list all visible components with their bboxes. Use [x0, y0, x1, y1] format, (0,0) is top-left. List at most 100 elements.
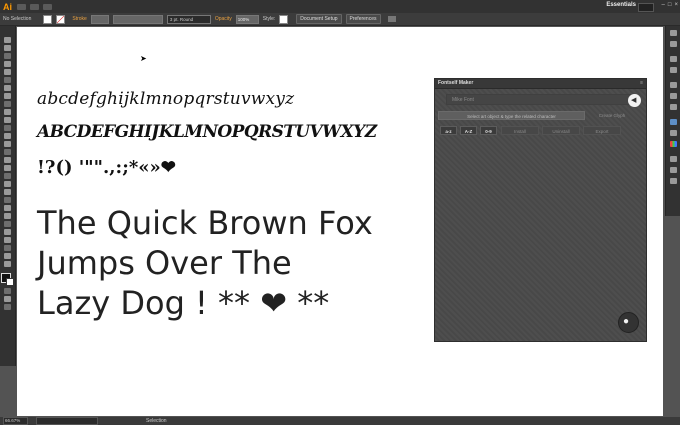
punctuation-glyphs[interactable]: !?() '"".,:;*«»❤ — [37, 157, 176, 178]
column-graph-tool-icon[interactable] — [4, 229, 11, 235]
layers-panel-icon[interactable] — [669, 141, 677, 147]
hand-tool-icon[interactable] — [4, 253, 11, 259]
panel-header[interactable]: Fontself Maker ≡ — [435, 79, 646, 89]
stroke-swatch[interactable] — [56, 14, 66, 24]
graphic-style-swatch[interactable] — [279, 14, 289, 24]
type-tool-icon[interactable] — [4, 85, 11, 91]
fontself-panel-icon[interactable] — [669, 167, 677, 173]
digits-button[interactable]: 0-9 — [480, 126, 497, 135]
brush-definition[interactable]: 3 pt. Round — [166, 14, 211, 24]
width-tool-icon[interactable] — [4, 157, 11, 163]
artboard-tool-icon[interactable] — [4, 237, 11, 243]
font-name-input[interactable]: Mike Font — [446, 94, 631, 105]
fontself-logo[interactable]: ◀ — [628, 94, 641, 107]
close-icon[interactable]: × — [674, 2, 678, 8]
drawing-mode-icon[interactable] — [4, 296, 11, 302]
install-button[interactable]: Install — [501, 126, 539, 135]
workspace-switcher[interactable]: Essentials — [606, 2, 636, 8]
panel-title: Fontself Maker — [438, 80, 474, 86]
gradient-tool-icon[interactable] — [4, 197, 11, 203]
scale-tool-icon[interactable] — [4, 149, 11, 155]
mesh-tool-icon[interactable] — [4, 189, 11, 195]
pen-tool-icon[interactable] — [4, 69, 11, 75]
lasso-tool-icon[interactable] — [4, 61, 11, 67]
create-glyph-button[interactable]: Create Glyph — [587, 111, 637, 120]
arrange-documents-icon[interactable] — [43, 3, 52, 10]
preferences-button[interactable]: Preferences — [345, 14, 381, 24]
eraser-tool-icon[interactable] — [4, 133, 11, 139]
stroke-weight-field[interactable] — [90, 14, 109, 24]
selection-status: No Selection — [3, 16, 32, 22]
fill-stroke-indicator[interactable] — [1, 273, 14, 286]
uninstall-button[interactable]: Uninstall — [542, 126, 580, 135]
lowercase-glyphs[interactable]: abcdefghijklmnopqrstuvwxyz — [37, 89, 294, 109]
color-panel-icon[interactable] — [669, 30, 677, 36]
maximize-icon[interactable]: □ — [668, 2, 672, 8]
rectangle-tool-icon[interactable] — [4, 101, 11, 107]
screen-mode-icon[interactable] — [4, 304, 11, 310]
illustrator-logo: Ai — [3, 1, 12, 12]
graphic-styles-icon[interactable] — [669, 130, 677, 136]
appearance-panel-icon[interactable] — [669, 119, 677, 125]
stroke-label[interactable]: Stroke — [72, 16, 86, 22]
status-bar: 66.67% Selection — [0, 417, 680, 425]
line-tool-icon[interactable] — [4, 93, 11, 99]
chat-button[interactable]: ● — [618, 312, 639, 333]
direct-selection-tool-icon[interactable] — [4, 45, 11, 51]
arrange-icon[interactable] — [387, 16, 396, 22]
minimize-icon[interactable]: – — [662, 2, 665, 8]
search-input[interactable] — [638, 3, 654, 12]
bridge-icon[interactable] — [17, 3, 26, 10]
selection-tool-icon[interactable] — [4, 37, 11, 43]
fill-swatch[interactable] — [43, 14, 53, 24]
lowercase-button[interactable]: a-z — [440, 126, 457, 135]
uppercase-button[interactable]: A-Z — [460, 126, 477, 135]
uppercase-glyphs[interactable]: ABCDEFGHIJKLMNOPQRSTUVWXYZ — [37, 122, 377, 142]
stock-icon[interactable] — [30, 3, 39, 10]
panel-menu-icon[interactable]: ≡ — [640, 80, 643, 86]
sample-line-3: Lazy Dog ! ** ❤ ** — [37, 284, 330, 322]
zoom-level[interactable]: 66.67% — [3, 417, 28, 425]
document-setup-button[interactable]: Document Setup — [296, 14, 342, 24]
sample-text[interactable]: The Quick Brown Fox Jumps Over The Lazy … — [37, 203, 373, 323]
perspective-grid-tool-icon[interactable] — [4, 181, 11, 187]
chat-bubble-icon: ● — [623, 316, 630, 327]
eyedropper-tool-icon[interactable] — [4, 205, 11, 211]
magic-wand-tool-icon[interactable] — [4, 53, 11, 59]
free-transform-tool-icon[interactable] — [4, 165, 11, 171]
sample-line-2: Jumps Over The — [37, 244, 292, 282]
window-controls: – □ × — [662, 2, 678, 8]
swatches-panel-icon[interactable] — [669, 56, 677, 62]
artboards-panel-icon[interactable] — [669, 156, 677, 162]
fontself-maker-panel: Fontself Maker ≡ Mike Font ◀ Select art … — [434, 78, 647, 342]
app-bar-icons — [17, 3, 52, 10]
stroke-color-icon[interactable] — [6, 278, 14, 286]
current-tool-status[interactable]: Selection — [146, 418, 167, 424]
curvature-tool-icon[interactable] — [4, 77, 11, 83]
shape-builder-tool-icon[interactable] — [4, 173, 11, 179]
libraries-panel-icon[interactable] — [669, 178, 677, 184]
slice-tool-icon[interactable] — [4, 245, 11, 251]
gradient-panel-icon[interactable] — [669, 93, 677, 99]
select-art-button[interactable]: Select art object & type the related cha… — [438, 111, 585, 120]
symbol-sprayer-tool-icon[interactable] — [4, 221, 11, 227]
export-button[interactable]: Export — [583, 126, 621, 135]
opacity-label[interactable]: Opacity — [215, 16, 232, 22]
paintbrush-tool-icon[interactable] — [4, 109, 11, 115]
panel-dock — [665, 26, 680, 216]
opacity-field[interactable]: 100% — [235, 14, 259, 24]
color-guide-icon[interactable] — [669, 41, 677, 47]
color-mode-icon[interactable] — [4, 288, 11, 294]
brushes-panel-icon[interactable] — [669, 67, 677, 73]
pencil-tool-icon[interactable] — [4, 117, 11, 123]
tools-panel — [0, 26, 16, 366]
stroke-panel-icon[interactable] — [669, 82, 677, 88]
zoom-tool-icon[interactable] — [4, 261, 11, 267]
mouse-cursor-icon: ➤ — [140, 54, 147, 63]
rotate-tool-icon[interactable] — [4, 141, 11, 147]
transparency-panel-icon[interactable] — [669, 104, 677, 110]
artboard-navigation[interactable] — [36, 417, 98, 425]
shaper-tool-icon[interactable] — [4, 125, 11, 131]
blend-tool-icon[interactable] — [4, 213, 11, 219]
variable-width-profile[interactable] — [112, 14, 163, 24]
